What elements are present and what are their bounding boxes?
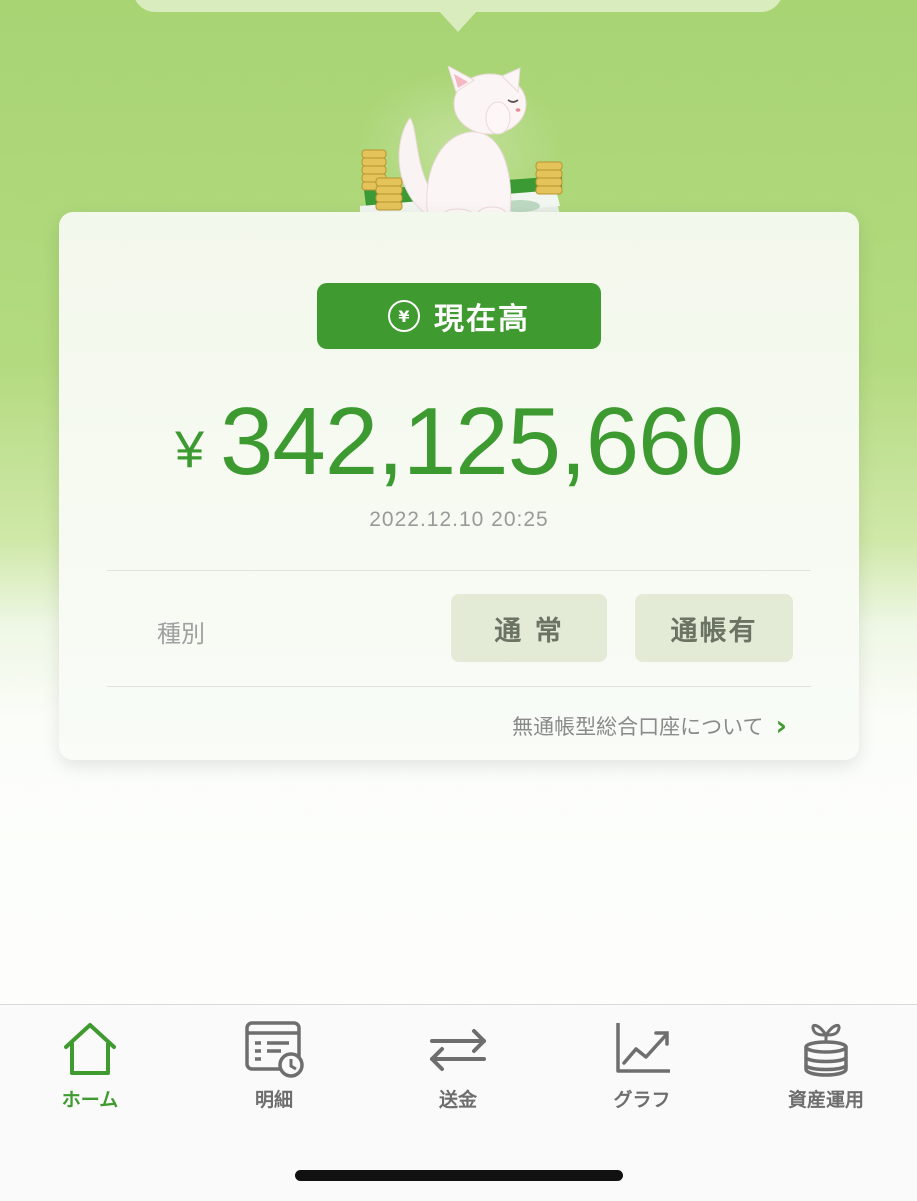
tab-graph[interactable]: グラフ (572, 1019, 712, 1129)
chevron-right-icon: › (775, 709, 787, 742)
tab-statement[interactable]: 明細 (204, 1019, 344, 1129)
balance-amount-row: ¥ 342,125,660 (59, 380, 859, 490)
current-balance-badge: ¥ 現在高 (317, 283, 601, 349)
statement-icon (245, 1021, 304, 1078)
currency-symbol: ¥ (175, 421, 205, 479)
account-type-tag-passbook: 通帳有 (635, 594, 793, 662)
balance-amount: 342,125,660 (220, 388, 744, 495)
top-message-bubble-tail (438, 10, 478, 32)
divider (107, 686, 811, 687)
tab-label: 送金 (438, 1089, 477, 1111)
graph-icon (616, 1023, 670, 1073)
tab-label: 資産運用 (787, 1089, 864, 1111)
info-link-text: 無通帳型総合口座について (512, 714, 764, 739)
home-icon (64, 1023, 116, 1075)
yen-circle-icon: ¥ (388, 300, 420, 332)
balance-card: ¥ 現在高 ¥ 342,125,660 2022.12.10 20:25 種別 … (59, 212, 859, 760)
transfer-icon (430, 1029, 486, 1071)
investment-icon (804, 1024, 848, 1077)
balance-timestamp: 2022.12.10 20:25 (369, 508, 549, 531)
tab-label: グラフ (613, 1089, 671, 1111)
tab-investment[interactable]: 資産運用 (756, 1019, 896, 1129)
tab-transfer[interactable]: 送金 (388, 1019, 528, 1129)
tab-home[interactable]: ホーム (20, 1019, 160, 1129)
divider (107, 570, 811, 571)
current-balance-label: 現在高 (434, 302, 530, 337)
home-indicator[interactable] (295, 1170, 623, 1181)
account-type-tag-regular: 通 常 (451, 594, 607, 662)
tab-label: 明細 (254, 1089, 293, 1111)
passbookless-account-info-link[interactable]: 無通帳型総合口座について › (512, 709, 787, 742)
tab-label: ホーム (61, 1089, 119, 1111)
account-type-label: 種別 (157, 620, 205, 648)
